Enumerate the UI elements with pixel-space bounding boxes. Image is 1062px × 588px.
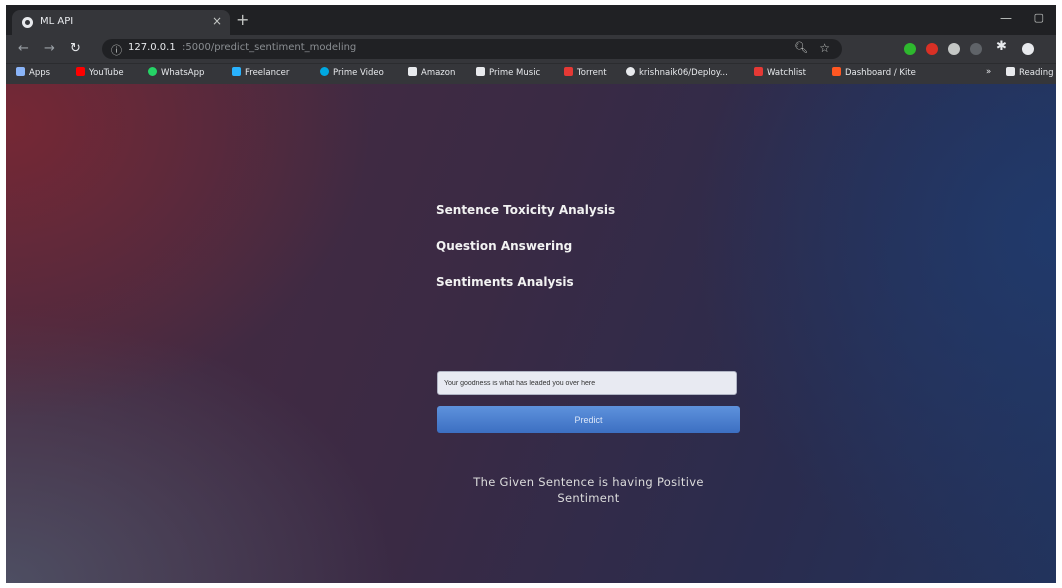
more-bookmarks-chevron-icon[interactable]: » bbox=[986, 67, 991, 77]
close-icon[interactable]: × bbox=[212, 14, 222, 28]
prediction-result: The Given Sentence is having Positive Se… bbox=[437, 474, 740, 506]
bookmark-youtube[interactable]: YouTube bbox=[76, 67, 124, 78]
bookmark-dashboard-kite[interactable]: Dashboard / Kite bbox=[832, 67, 916, 78]
profile-icon[interactable] bbox=[1022, 43, 1034, 55]
browser-toolbar: ← → ↻ ⓘ 127.0.0.1 :5000/predict_sentimen… bbox=[6, 35, 1056, 63]
forward-arrow-icon[interactable]: → bbox=[44, 41, 55, 56]
address-bar[interactable]: ⓘ 127.0.0.1 :5000/predict_sentiment_mode… bbox=[102, 39, 842, 59]
bookmark-apps[interactable]: Apps bbox=[16, 67, 50, 78]
url-path: :5000/predict_sentiment_modeling bbox=[182, 42, 357, 53]
bookmarks-bar: Apps YouTube WhatsApp Freelancer Prime V… bbox=[6, 63, 1056, 84]
sentence-input[interactable] bbox=[437, 371, 737, 395]
tab-strip: ML API × + — ▢ bbox=[6, 5, 1056, 35]
globe-icon bbox=[22, 17, 33, 28]
star-icon[interactable]: ☆ bbox=[819, 41, 830, 55]
extension-grey-icon[interactable] bbox=[948, 43, 960, 55]
prime-video-icon bbox=[320, 67, 329, 76]
freelancer-icon bbox=[232, 67, 241, 76]
reading-list-icon bbox=[1006, 67, 1015, 76]
extension-red-icon[interactable] bbox=[926, 43, 938, 55]
nav-sentence-toxicity[interactable]: Sentence Toxicity Analysis bbox=[436, 203, 615, 217]
bookmark-github-deploy[interactable]: krishnaik06/Deploy... bbox=[626, 67, 728, 78]
nav-sentiments-analysis[interactable]: Sentiments Analysis bbox=[436, 275, 574, 289]
watchlist-icon bbox=[754, 67, 763, 76]
zoom-icon[interactable]: 🔍︎ bbox=[794, 41, 808, 54]
bookmark-freelancer[interactable]: Freelancer bbox=[232, 67, 289, 78]
whatsapp-icon bbox=[148, 67, 157, 76]
bookmark-watchlist[interactable]: Watchlist bbox=[754, 67, 806, 78]
predict-button[interactable]: Predict bbox=[437, 406, 740, 433]
extension-green-icon[interactable] bbox=[904, 43, 916, 55]
bookmark-prime-video[interactable]: Prime Video bbox=[320, 67, 384, 78]
minimize-button[interactable]: — bbox=[1000, 11, 1012, 25]
page-viewport: Sentence Toxicity Analysis Question Answ… bbox=[6, 84, 1056, 583]
result-line-2: Sentiment bbox=[557, 491, 620, 505]
bookmark-prime-music[interactable]: Prime Music bbox=[476, 67, 540, 78]
maximize-button[interactable]: ▢ bbox=[1034, 11, 1044, 24]
back-arrow-icon[interactable]: ← bbox=[18, 41, 29, 56]
bookmark-reading-list[interactable]: Reading list bbox=[1006, 67, 1056, 78]
browser-window: ML API × + — ▢ ← → ↻ ⓘ 127.0.0.1 :5000/p… bbox=[6, 5, 1056, 583]
extension-puzzle-icon[interactable]: ✱ bbox=[996, 39, 1007, 54]
info-icon[interactable]: ⓘ bbox=[111, 42, 122, 58]
youtube-icon bbox=[76, 67, 85, 76]
reload-icon[interactable]: ↻ bbox=[70, 41, 81, 56]
prime-music-icon bbox=[476, 67, 485, 76]
bookmark-torrent[interactable]: Torrent bbox=[564, 67, 607, 78]
extension-dark-icon[interactable] bbox=[970, 43, 982, 55]
result-line-1: The Given Sentence is having Positive bbox=[473, 475, 704, 489]
apps-grid-icon bbox=[16, 67, 25, 76]
kite-icon bbox=[832, 67, 841, 76]
new-tab-button[interactable]: + bbox=[236, 10, 249, 29]
amazon-icon bbox=[408, 67, 417, 76]
bookmark-amazon[interactable]: Amazon bbox=[408, 67, 455, 78]
url-host: 127.0.0.1 bbox=[128, 42, 176, 53]
tab-title: ML API bbox=[40, 16, 74, 27]
tab-ml-api[interactable]: ML API × bbox=[12, 10, 230, 35]
bookmark-whatsapp[interactable]: WhatsApp bbox=[148, 67, 204, 78]
github-icon bbox=[626, 67, 635, 76]
torrent-icon bbox=[564, 67, 573, 76]
nav-question-answering[interactable]: Question Answering bbox=[436, 239, 572, 253]
